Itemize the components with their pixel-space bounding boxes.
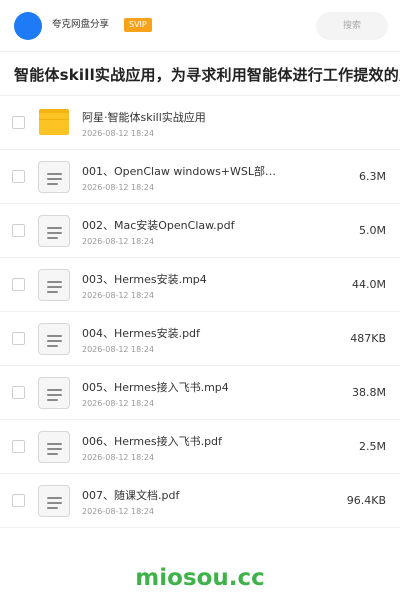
avatar[interactable] bbox=[14, 12, 42, 40]
checkbox-icon[interactable] bbox=[12, 278, 25, 291]
file-name: 005、Hermes接入飞书.mp4 bbox=[82, 381, 229, 394]
file-name: 002、Mac安装OpenClaw.pdf bbox=[82, 219, 235, 232]
document-icon bbox=[38, 323, 70, 355]
document-icon bbox=[38, 161, 70, 193]
title-bar: 智能体skill实战应用，为寻求利用智能体进行工作提效的人 bbox=[0, 52, 400, 96]
file-size: 44.0M bbox=[352, 278, 386, 291]
checkbox-icon[interactable] bbox=[12, 494, 25, 507]
document-icon bbox=[38, 485, 70, 517]
checkbox-icon[interactable] bbox=[12, 440, 25, 453]
file-date: 2026-08-12 18:24 bbox=[82, 183, 155, 192]
file-row-folder[interactable]: 阿星·智能体skill实战应用 2026-08-12 18:24 bbox=[0, 96, 400, 150]
file-date: 2026-08-12 18:24 bbox=[82, 453, 155, 462]
document-icon bbox=[38, 269, 70, 301]
file-name: 003、Hermes安装.mp4 bbox=[82, 273, 207, 286]
file-size: 38.8M bbox=[352, 386, 386, 399]
file-name: 004、Hermes安装.pdf bbox=[82, 327, 200, 340]
user-name: 夸克网盘分享 bbox=[52, 19, 110, 30]
page-title: 智能体skill实战应用，为寻求利用智能体进行工作提效的人 bbox=[14, 66, 400, 84]
watermark-text: miosou.cc bbox=[135, 565, 265, 591]
checkbox-icon[interactable] bbox=[12, 116, 25, 129]
file-row[interactable]: 001、OpenClaw windows+WSL部… 2026-08-12 18… bbox=[0, 150, 400, 204]
checkbox-icon[interactable] bbox=[12, 332, 25, 345]
file-name: 006、Hermes接入飞书.pdf bbox=[82, 435, 222, 448]
document-icon bbox=[38, 377, 70, 409]
checkbox-icon[interactable] bbox=[12, 224, 25, 237]
header-bar: 夸克网盘分享 SVIP 搜索 bbox=[0, 0, 400, 52]
file-size: 5.0M bbox=[359, 224, 386, 237]
file-date: 2026-08-12 18:24 bbox=[82, 399, 155, 408]
svip-badge: SVIP bbox=[124, 18, 152, 32]
folder-icon bbox=[38, 107, 70, 139]
file-date: 2026-08-12 18:24 bbox=[82, 291, 155, 300]
file-row[interactable]: 005、Hermes接入飞书.mp4 2026-08-12 18:24 38.8… bbox=[0, 366, 400, 420]
document-icon bbox=[38, 431, 70, 463]
file-size: 2.5M bbox=[359, 440, 386, 453]
file-row[interactable]: 004、Hermes安装.pdf 2026-08-12 18:24 487KB bbox=[0, 312, 400, 366]
file-size: 487KB bbox=[350, 332, 386, 345]
checkbox-icon[interactable] bbox=[12, 386, 25, 399]
file-name: 001、OpenClaw windows+WSL部… bbox=[82, 165, 277, 178]
file-date: 2026-08-12 18:24 bbox=[82, 129, 155, 138]
checkbox-icon[interactable] bbox=[12, 170, 25, 183]
file-name: 阿星·智能体skill实战应用 bbox=[82, 111, 206, 124]
file-date: 2026-08-12 18:24 bbox=[82, 507, 155, 516]
file-row[interactable]: 006、Hermes接入飞书.pdf 2026-08-12 18:24 2.5M bbox=[0, 420, 400, 474]
file-row[interactable]: 002、Mac安装OpenClaw.pdf 2026-08-12 18:24 5… bbox=[0, 204, 400, 258]
document-icon bbox=[38, 215, 70, 247]
search-input[interactable]: 搜索 bbox=[316, 12, 388, 40]
file-date: 2026-08-12 18:24 bbox=[82, 237, 155, 246]
file-row[interactable]: 007、随课文档.pdf 2026-08-12 18:24 96.4KB bbox=[0, 474, 400, 528]
file-size: 6.3M bbox=[359, 170, 386, 183]
file-row[interactable]: 003、Hermes安装.mp4 2026-08-12 18:24 44.0M bbox=[0, 258, 400, 312]
file-date: 2026-08-12 18:24 bbox=[82, 345, 155, 354]
file-list: 阿星·智能体skill实战应用 2026-08-12 18:24 001、Ope… bbox=[0, 96, 400, 528]
file-size: 96.4KB bbox=[346, 494, 386, 507]
file-name: 007、随课文档.pdf bbox=[82, 489, 180, 502]
